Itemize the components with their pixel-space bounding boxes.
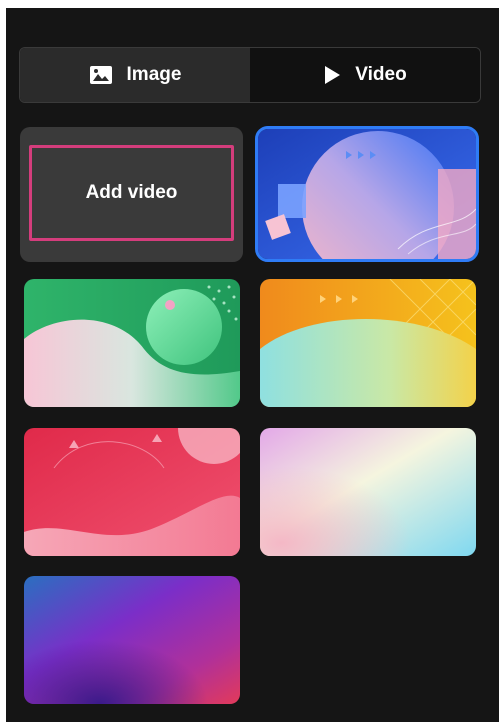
media-type-tabs: Image Video bbox=[19, 47, 481, 103]
add-video-tile[interactable]: Add video bbox=[20, 127, 243, 262]
video-thumbnail-blue-circle[interactable] bbox=[255, 126, 479, 262]
video-thumbnail-pastel-gradient[interactable] bbox=[260, 428, 476, 556]
image-icon bbox=[89, 65, 113, 85]
tab-image-label: Image bbox=[126, 64, 182, 85]
tab-video-label: Video bbox=[355, 64, 407, 85]
video-thumbnail-green-hills[interactable] bbox=[24, 279, 240, 407]
add-video-button[interactable]: Add video bbox=[29, 145, 234, 241]
play-icon bbox=[323, 65, 341, 85]
video-thumbnail-yellow-waves[interactable] bbox=[260, 279, 476, 407]
add-video-label: Add video bbox=[85, 182, 178, 203]
video-thumbnail-red-waves[interactable] bbox=[24, 428, 240, 556]
video-thumbnail-purple-gradient[interactable] bbox=[24, 576, 240, 704]
tab-video[interactable]: Video bbox=[250, 48, 480, 102]
tab-image[interactable]: Image bbox=[20, 48, 250, 102]
